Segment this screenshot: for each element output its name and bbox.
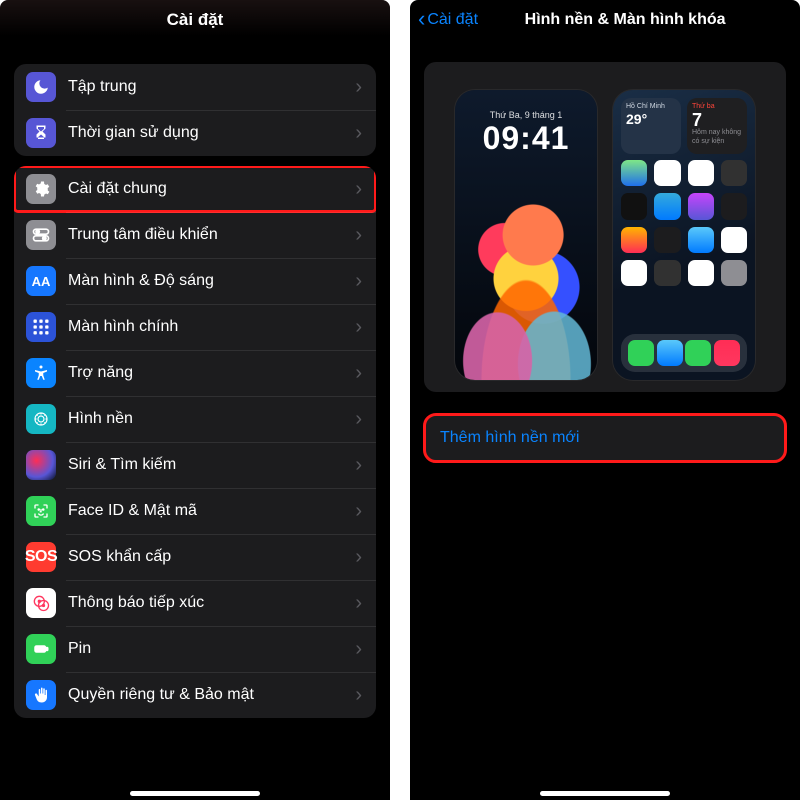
exposure-icon xyxy=(26,588,56,618)
add-wallpaper-button[interactable]: Thêm hình nền mới xyxy=(424,414,786,462)
nav-bar: Cài đặt xyxy=(0,0,390,40)
row-sos[interactable]: SOS SOS khẩn cấp › xyxy=(14,534,376,580)
row-label: Quyền riêng tư & Bảo mật xyxy=(68,686,355,704)
lock-date: Thứ Ba, 9 tháng 1 xyxy=(455,110,597,120)
home-indicator[interactable] xyxy=(130,791,260,796)
row-faceid[interactable]: Face ID & Mật mã › xyxy=(14,488,376,534)
chevron-right-icon: › xyxy=(355,225,362,245)
chevron-right-icon: › xyxy=(355,317,362,337)
nav-bar: ‹ Cài đặt Hình nền & Màn hình khóa xyxy=(410,0,800,40)
row-accessibility[interactable]: Trợ năng › xyxy=(14,350,376,396)
row-exposure[interactable]: Thông báo tiếp xúc › xyxy=(14,580,376,626)
row-label: Màn hình & Độ sáng xyxy=(68,272,355,290)
row-siri[interactable]: Siri & Tìm kiếm › xyxy=(14,442,376,488)
row-label: Thời gian sử dụng xyxy=(68,124,355,142)
chevron-right-icon: › xyxy=(355,271,362,291)
action-label: Thêm hình nền mới xyxy=(440,429,579,447)
app-grid-icon xyxy=(26,312,56,342)
settings-group: Tập trung › Thời gian sử dụng › xyxy=(14,64,376,156)
chevron-right-icon: › xyxy=(355,455,362,475)
home-screen-preview[interactable]: Hồ Chí Minh 29° Thứ ba 7 Hôm nay không c… xyxy=(613,90,755,380)
wallpaper-icon xyxy=(26,404,56,434)
chevron-right-icon: › xyxy=(355,547,362,567)
row-label: Pin xyxy=(68,640,355,658)
moon-icon xyxy=(26,72,56,102)
app-grid xyxy=(621,160,747,286)
chevron-right-icon: › xyxy=(355,409,362,429)
home-indicator[interactable] xyxy=(540,791,670,796)
row-label: Trung tâm điều khiển xyxy=(68,226,355,244)
page-title: Hình nền & Màn hình khóa xyxy=(525,11,726,29)
lock-screen-preview[interactable]: Thứ Ba, 9 tháng 1 09:41 xyxy=(455,90,597,380)
row-home-screen[interactable]: Màn hình chính › xyxy=(14,304,376,350)
chevron-right-icon: › xyxy=(355,593,362,613)
row-wallpaper[interactable]: Hình nền › xyxy=(14,396,376,442)
hourglass-icon xyxy=(26,118,56,148)
row-display[interactable]: AA Màn hình & Độ sáng › xyxy=(14,258,376,304)
chevron-right-icon: › xyxy=(355,179,362,199)
faceid-icon xyxy=(26,496,56,526)
weather-widget: Hồ Chí Minh 29° xyxy=(621,98,681,154)
chevron-right-icon: › xyxy=(355,363,362,383)
chevron-right-icon: › xyxy=(355,639,362,659)
row-label: Siri & Tìm kiếm xyxy=(68,456,355,474)
row-label: Face ID & Mật mã xyxy=(68,502,355,520)
row-battery[interactable]: Pin › xyxy=(14,626,376,672)
dock xyxy=(621,334,747,372)
accessibility-icon xyxy=(26,358,56,388)
chevron-right-icon: › xyxy=(355,77,362,97)
settings-group: Cài đặt chung › Trung tâm điều khiển › A… xyxy=(14,166,376,718)
back-label: Cài đặt xyxy=(427,11,478,29)
aa-icon: AA xyxy=(26,266,56,296)
row-label: SOS khẩn cấp xyxy=(68,548,355,566)
chevron-right-icon: › xyxy=(355,123,362,143)
chevron-right-icon: › xyxy=(355,501,362,521)
calendar-widget: Thứ ba 7 Hôm nay không có sự kiện xyxy=(687,98,747,154)
sos-icon: SOS xyxy=(26,542,56,572)
row-general[interactable]: Cài đặt chung › xyxy=(14,166,376,212)
lock-time: 09:41 xyxy=(455,120,597,157)
row-label: Trợ năng xyxy=(68,364,355,382)
back-button[interactable]: ‹ Cài đặt xyxy=(418,9,478,31)
wallpaper-preview-panel: Thứ Ba, 9 tháng 1 09:41 Hồ Chí Minh 29° … xyxy=(424,62,786,392)
row-screentime[interactable]: Thời gian sử dụng › xyxy=(14,110,376,156)
row-focus[interactable]: Tập trung › xyxy=(14,64,376,110)
row-label: Cài đặt chung xyxy=(68,180,355,198)
chevron-right-icon: › xyxy=(355,685,362,705)
settings-screen: Cài đặt Tập trung › Thời gian sử dụng › … xyxy=(0,0,390,800)
add-wallpaper-group: Thêm hình nền mới xyxy=(424,414,786,462)
battery-icon xyxy=(26,634,56,664)
row-control-center[interactable]: Trung tâm điều khiển › xyxy=(14,212,376,258)
wallpaper-settings-screen: ‹ Cài đặt Hình nền & Màn hình khóa Thứ B… xyxy=(410,0,800,800)
row-label: Thông báo tiếp xúc xyxy=(68,594,355,612)
row-privacy[interactable]: Quyền riêng tư & Bảo mật › xyxy=(14,672,376,718)
page-title: Cài đặt xyxy=(167,10,224,30)
toggles-icon xyxy=(26,220,56,250)
row-label: Màn hình chính xyxy=(68,318,355,336)
row-label: Hình nền xyxy=(68,410,355,428)
gear-icon xyxy=(26,174,56,204)
hand-icon xyxy=(26,680,56,710)
chevron-left-icon: ‹ xyxy=(418,8,425,30)
row-label: Tập trung xyxy=(68,78,355,96)
siri-icon xyxy=(26,450,56,480)
